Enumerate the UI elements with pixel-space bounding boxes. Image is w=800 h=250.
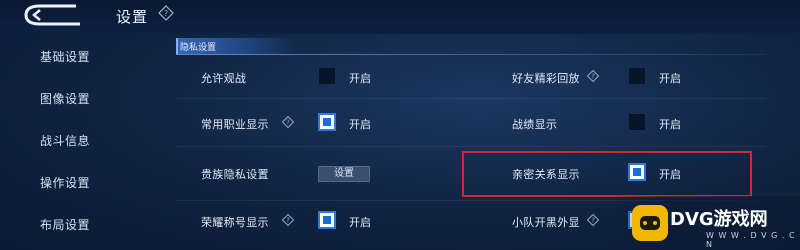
record-state: 开启: [659, 118, 681, 131]
sidebar-item-layout[interactable]: 布局设置: [40, 216, 90, 233]
help-icon[interactable]: ?: [282, 214, 294, 226]
watermark-url: W W W . D V G . C N: [706, 231, 796, 249]
section-divider: [176, 54, 766, 55]
allow-watch-label: 允许观战: [201, 72, 247, 85]
back-icon[interactable]: [18, 4, 90, 26]
common-job-checkbox[interactable]: [318, 113, 336, 131]
help-icon[interactable]: ?: [587, 214, 599, 226]
intimacy-state: 开启: [659, 168, 681, 181]
common-job-label: 常用职业显示: [201, 118, 269, 131]
section-title: 隐私设置: [180, 43, 217, 53]
svg-text:?: ?: [591, 217, 595, 225]
highlight-box: [462, 151, 752, 197]
row-divider: [176, 146, 766, 147]
watermark-brand: DVG游戏网: [670, 209, 768, 230]
intimacy-checkbox[interactable]: [628, 163, 646, 181]
record-checkbox[interactable]: [628, 113, 646, 131]
friend-replay-label: 好友精彩回放: [512, 72, 580, 85]
honor-title-label: 荣耀称号显示: [201, 216, 269, 229]
intimacy-label: 亲密关系显示: [512, 168, 580, 181]
svg-text:?: ?: [591, 73, 595, 81]
help-icon[interactable]: ?: [158, 5, 174, 21]
svg-text:?: ?: [286, 217, 290, 225]
sidebar: 基础设置 图像设置 战斗信息 操作设置 布局设置: [0, 34, 150, 250]
row-divider: [176, 98, 766, 99]
allow-watch-checkbox[interactable]: [318, 67, 336, 85]
noble-privacy-settings-button[interactable]: 设置: [318, 166, 370, 182]
help-icon[interactable]: ?: [587, 70, 599, 82]
common-job-state: 开启: [349, 118, 371, 131]
noble-privacy-label: 贵族隐私设置: [201, 168, 269, 181]
honor-title-state: 开启: [349, 216, 371, 229]
friend-replay-checkbox[interactable]: [628, 67, 646, 85]
sidebar-item-basic[interactable]: 基础设置: [40, 48, 90, 65]
team-skin-label: 小队开黑外显: [512, 216, 580, 229]
help-icon[interactable]: ?: [282, 116, 294, 128]
page-title: 设置: [116, 8, 149, 26]
svg-text:?: ?: [286, 119, 290, 127]
honor-title-checkbox[interactable]: [318, 211, 336, 229]
sidebar-item-controls[interactable]: 操作设置: [40, 174, 90, 191]
record-label: 战绩显示: [512, 118, 558, 131]
sidebar-item-graphics[interactable]: 图像设置: [40, 90, 90, 107]
friend-replay-state: 开启: [659, 72, 681, 85]
svg-text:?: ?: [164, 9, 168, 18]
sidebar-item-battle-info[interactable]: 战斗信息: [40, 132, 90, 149]
allow-watch-state: 开启: [349, 72, 371, 85]
